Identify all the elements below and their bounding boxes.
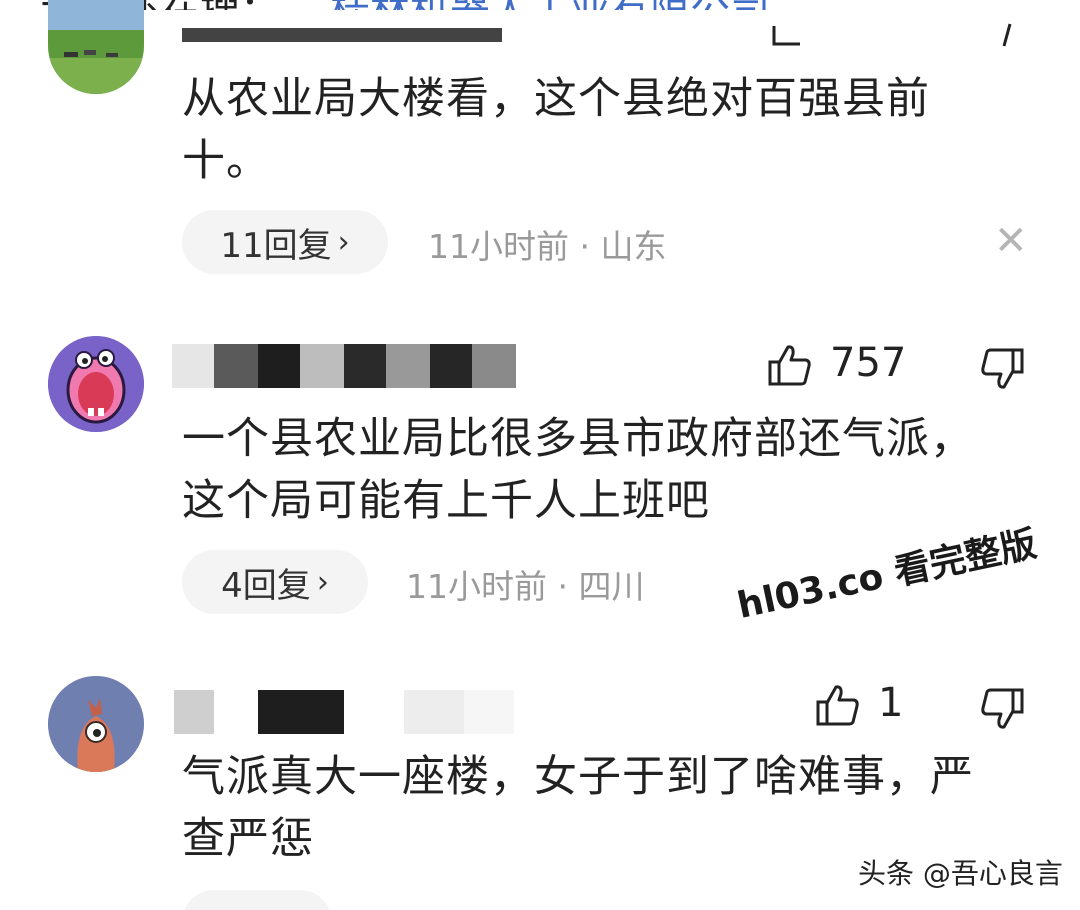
thumbs-down-icon[interactable] (980, 348, 1024, 390)
top-search-strip: 大家还在搜： 桂林机器人工业有限公司 (0, 0, 1080, 10)
source-credit: 头条 @吾心良言 (858, 857, 1063, 890)
like-count: 757 (830, 340, 907, 386)
search-hint-link[interactable]: 桂林机器人工业有限公司 (330, 0, 770, 10)
meta-separator: · (579, 227, 591, 266)
screaming-face-avatar-icon (48, 336, 144, 432)
thumbs-up-icon[interactable] (816, 684, 860, 726)
avatar[interactable] (48, 676, 144, 772)
like-count: 1 (878, 680, 904, 726)
comment-text: 一个县农业局比很多县市政府部还气派，这个局可能有上千人上班吧 (182, 414, 974, 526)
comment-text: 从农业局大楼看，这个县绝对百强县前十。 (182, 74, 930, 186)
username-blurred (174, 690, 514, 734)
close-icon[interactable]: ✕ (994, 218, 1028, 264)
username-blurred (172, 344, 516, 388)
thumbs-down-icon[interactable] (990, 20, 1026, 50)
thumbs-up-icon[interactable] (770, 24, 806, 46)
landscape-avatar-icon (48, 0, 144, 94)
comment-meta: 11小时前 · 四川 (406, 560, 645, 608)
comment-location: 山东 (600, 227, 667, 266)
comment-time: 11小时前 (428, 227, 569, 266)
replies-button[interactable] (182, 890, 332, 910)
replies-button[interactable]: 4回复 › (182, 550, 368, 614)
replies-label: 11回复 (220, 225, 332, 266)
bird-avatar-icon (48, 676, 144, 772)
avatar[interactable] (48, 0, 144, 94)
bottom-cut-row (182, 890, 682, 910)
meta-separator: · (557, 567, 569, 606)
replies-button[interactable]: 11回复 › (182, 210, 388, 274)
thumbs-down-icon[interactable] (980, 688, 1024, 730)
username-blurred (182, 28, 512, 42)
comment-meta: 11小时前 · 山东 (428, 220, 667, 268)
chevron-right-icon: › (316, 564, 329, 600)
avatar[interactable] (48, 336, 144, 432)
thumbs-up-icon[interactable] (768, 344, 812, 386)
chevron-right-icon: › (337, 224, 350, 260)
comment-location: 四川 (578, 567, 645, 606)
comment-time: 11小时前 (406, 567, 547, 606)
replies-label: 4回复 (221, 565, 311, 606)
